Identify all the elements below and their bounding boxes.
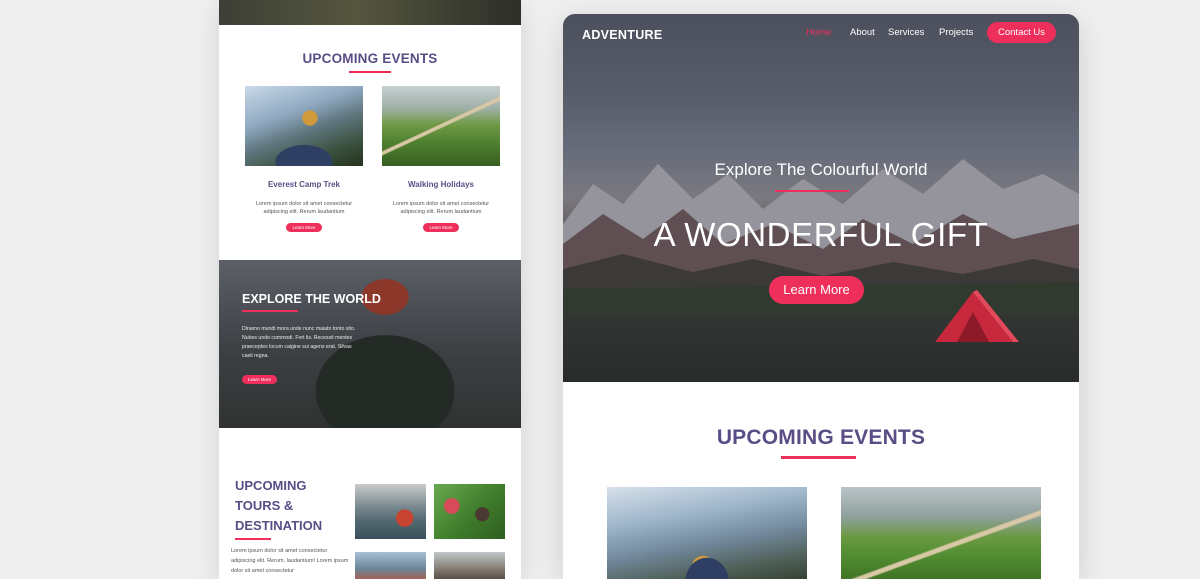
tour-thumbnail[interactable] bbox=[434, 552, 505, 579]
nav-services[interactable]: Services bbox=[888, 27, 924, 38]
nav-projects[interactable]: Projects bbox=[939, 27, 973, 38]
explore-text: Dinamo mundi mora unde nunc maiatn tonto… bbox=[242, 326, 356, 359]
event-image-walking bbox=[382, 86, 500, 166]
hero-subtitle: Explore The Colourful World bbox=[714, 160, 928, 179]
event-image-everest bbox=[245, 86, 363, 166]
learn-more-button[interactable]: Learn More bbox=[423, 223, 459, 232]
navbar: ADVENTURE Home About Services Projects C… bbox=[563, 14, 1079, 54]
tours-text: Lorem ipsum dolor sit amet consectetur a… bbox=[231, 548, 349, 574]
event-card: Everest Camp Trek Lorem ipsum dolor sit … bbox=[245, 86, 363, 234]
hero-section: ADVENTURE Home About Services Projects C… bbox=[563, 14, 1079, 382]
left-page-preview: UPCOMING EVENTS Everest Camp Trek Lorem … bbox=[219, 0, 521, 579]
tent-icon bbox=[935, 290, 1019, 342]
hero-title: A WONDERFUL GIFT bbox=[653, 216, 989, 253]
event-card: Walking Holidays Lorem ipsum dolor sit a… bbox=[382, 86, 500, 234]
site-logo[interactable]: ADVENTURE bbox=[582, 28, 662, 42]
heading-underline bbox=[349, 71, 391, 73]
explore-learn-more-button[interactable]: Learn More bbox=[242, 375, 278, 384]
event-description: Lorem ipsum dolor sit amet consectetur a… bbox=[255, 201, 353, 215]
event-cards: Everest Camp Trek Lorem ipsum dolor sit … bbox=[219, 86, 521, 236]
nav-about[interactable]: About bbox=[850, 27, 875, 38]
event-image-green-ridge[interactable] bbox=[841, 487, 1041, 579]
tours-heading: UPCOMING TOURS & DESTINATION bbox=[235, 478, 323, 533]
explore-section: EXPLORE THE WORLD Dinamo mundi mora unde… bbox=[219, 260, 521, 428]
right-page-preview: ADVENTURE Home About Services Projects C… bbox=[563, 14, 1079, 579]
tour-thumbnail[interactable] bbox=[355, 484, 426, 539]
top-image-strip bbox=[219, 0, 521, 25]
event-description: Lorem ipsum dolor sit amet consectetur a… bbox=[392, 201, 490, 215]
event-image-mountain-hiker[interactable] bbox=[607, 487, 807, 579]
hero-learn-more-button[interactable]: Learn More bbox=[769, 276, 864, 304]
event-title: Everest Camp Trek bbox=[267, 180, 341, 189]
upcoming-events-heading: UPCOMING EVENTS bbox=[302, 51, 438, 66]
upcoming-events-heading: UPCOMING EVENTS bbox=[716, 426, 926, 449]
tours-underline bbox=[235, 538, 271, 540]
tour-thumbnail[interactable] bbox=[355, 552, 426, 579]
nav-home[interactable]: Home bbox=[806, 27, 831, 38]
event-title: Walking Holidays bbox=[408, 180, 474, 189]
explore-heading: EXPLORE THE WORLD bbox=[242, 292, 381, 306]
explore-underline bbox=[242, 310, 298, 312]
learn-more-button[interactable]: Learn More bbox=[286, 223, 322, 232]
tour-thumbnail[interactable] bbox=[434, 484, 505, 539]
contact-us-button[interactable]: Contact Us bbox=[987, 22, 1056, 43]
hero-underline bbox=[775, 190, 849, 192]
events-underline bbox=[781, 456, 856, 459]
